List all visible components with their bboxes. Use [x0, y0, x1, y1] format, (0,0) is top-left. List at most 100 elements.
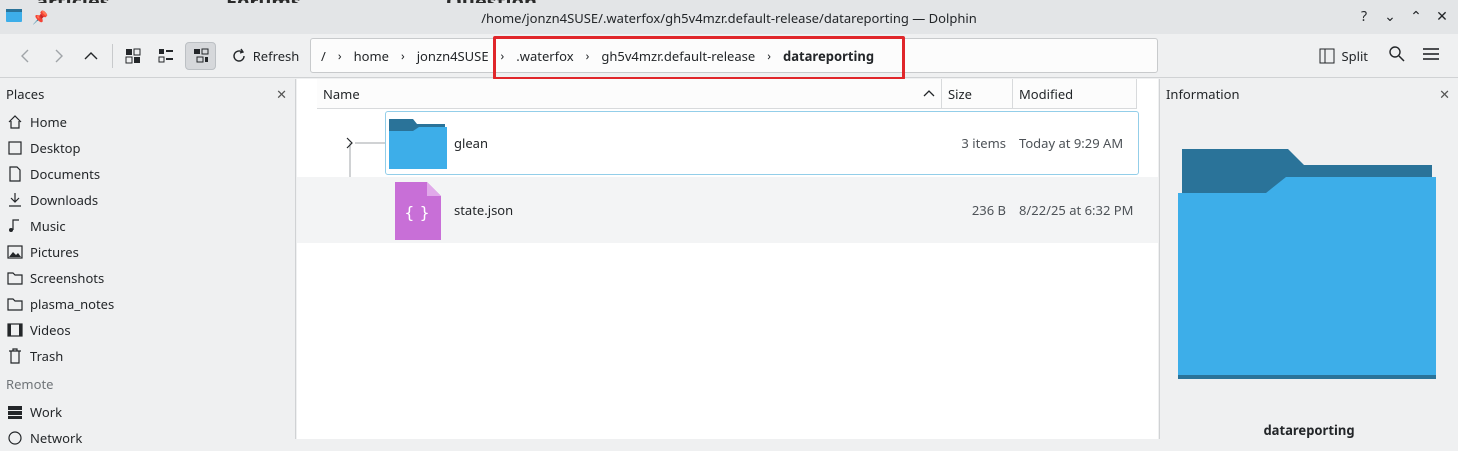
column-name-label: Name	[323, 84, 360, 103]
places-header: Places ✕	[0, 79, 295, 109]
refresh-button[interactable]: Refresh	[228, 42, 302, 70]
title-bar: articles Forums Question 📌 /home/jonzn4S…	[0, 0, 1458, 37]
close-icon[interactable]: ✕	[1439, 85, 1450, 103]
chevron-right-icon[interactable]: ›	[401, 47, 405, 64]
sidebar-item-label: Screenshots	[30, 269, 105, 287]
details-view-icon	[193, 48, 208, 63]
selected-item-name: datareporting	[1263, 421, 1355, 439]
sidebar-item-work[interactable]: Work	[0, 399, 295, 425]
places-panel: Places ✕ Home Desktop Documents Download…	[0, 79, 296, 447]
search-button[interactable]	[1388, 45, 1406, 67]
file-name: state.json	[454, 201, 514, 219]
details-view-button[interactable]	[185, 42, 216, 70]
chevron-up-icon[interactable]: ⌃	[1408, 7, 1424, 26]
sidebar-item-label: plasma_notes	[30, 295, 115, 313]
crumb-current[interactable]: datareporting	[783, 47, 874, 65]
sidebar-item-downloads[interactable]: Downloads	[0, 187, 295, 213]
window-title: /home/jonzn4SUSE/.waterfox/gh5v4mzr.defa…	[481, 9, 977, 27]
sidebar-item-label: Home	[30, 113, 67, 131]
information-header: Information ✕	[1160, 79, 1458, 109]
back-arrow-icon	[21, 49, 29, 63]
back-button[interactable]	[14, 42, 38, 70]
breadcrumb[interactable]: / › home › jonzn4SUSE › .waterfox › gh5v…	[310, 38, 1158, 73]
svg-text:{ }: { }	[404, 203, 429, 222]
sidebar-item-label: Videos	[30, 321, 71, 339]
music-icon	[6, 217, 24, 235]
icons-view-icon	[125, 48, 141, 64]
split-label: Split	[1341, 47, 1368, 65]
sidebar-item-pictures[interactable]: Pictures	[0, 239, 295, 265]
file-size: 236 B	[971, 201, 1006, 219]
column-size[interactable]: Size	[942, 79, 1013, 108]
json-file-icon: { }	[395, 182, 441, 240]
downloads-icon	[6, 191, 24, 209]
chevron-right-icon[interactable]: ›	[586, 47, 590, 64]
sidebar-item-videos[interactable]: Videos	[0, 317, 295, 343]
expand-chevron-icon[interactable]	[345, 135, 355, 153]
folder-preview-icon	[1178, 149, 1436, 379]
column-modified-label: Modified	[1019, 84, 1074, 103]
sidebar-item-label: Pictures	[30, 243, 79, 261]
sidebar-item-label: Work	[30, 403, 63, 421]
crumb-root[interactable]: /	[321, 47, 326, 65]
sidebar-item-label: Desktop	[30, 139, 81, 157]
search-icon	[1389, 46, 1405, 62]
close-icon[interactable]: ✕	[1434, 7, 1450, 26]
file-size: 3 items	[961, 134, 1006, 152]
column-modified[interactable]: Modified	[1013, 79, 1137, 108]
information-panel: Information ✕ datareporting	[1159, 79, 1458, 439]
sidebar-item-trash[interactable]: Trash	[0, 343, 295, 369]
network-icon	[6, 429, 24, 447]
hamburger-menu-icon	[1423, 48, 1439, 60]
file-view[interactable]: Name Size Modified glean 3 items Today a…	[297, 79, 1158, 439]
forward-button[interactable]	[46, 42, 70, 70]
sidebar-item-desktop[interactable]: Desktop	[0, 135, 295, 161]
chevron-down-icon[interactable]: ⌄	[1382, 7, 1398, 26]
icons-view-button[interactable]	[120, 42, 146, 70]
file-modified: Today at 9:29 AM	[1019, 134, 1124, 152]
table-row[interactable]: glean 3 items Today at 9:29 AM	[297, 110, 1158, 176]
sidebar-item-network[interactable]: Network	[0, 425, 295, 451]
sidebar-item-home[interactable]: Home	[0, 109, 295, 135]
documents-icon	[6, 165, 24, 183]
chevron-right-icon[interactable]: ›	[338, 47, 342, 64]
sidebar-item-label: Downloads	[30, 191, 99, 209]
desktop-icon	[6, 139, 24, 157]
sort-ascending-icon	[923, 86, 935, 104]
sidebar-item-plasma-notes[interactable]: plasma_notes	[0, 291, 295, 317]
trash-icon	[6, 347, 24, 365]
chevron-right-icon[interactable]: ›	[501, 47, 505, 64]
pictures-icon	[6, 243, 24, 261]
sidebar-item-label: Music	[30, 217, 66, 235]
chevron-right-icon[interactable]: ›	[767, 47, 771, 64]
compact-view-icon	[158, 49, 173, 63]
remote-group-label: Remote	[6, 375, 54, 393]
column-header: Name Size Modified	[317, 79, 1137, 109]
up-button[interactable]	[78, 42, 104, 70]
close-icon[interactable]: ✕	[276, 85, 287, 103]
sidebar-item-label: Documents	[30, 165, 101, 183]
split-button[interactable]: Split	[1319, 47, 1368, 65]
file-name: glean	[454, 134, 489, 152]
table-row[interactable]: { } state.json 236 B 8/22/25 at 6:32 PM	[297, 177, 1158, 243]
help-icon[interactable]: ?	[1356, 7, 1372, 26]
crumb-user[interactable]: jonzn4SUSE	[417, 47, 489, 65]
crumb-waterfox[interactable]: .waterfox	[516, 47, 573, 65]
sidebar-item-label: Trash	[30, 347, 64, 365]
up-arrow-icon	[84, 52, 98, 60]
sidebar-item-label: Network	[30, 429, 83, 447]
folder-icon	[6, 269, 24, 287]
hamburger-menu-button[interactable]	[1422, 45, 1440, 67]
crumb-profile[interactable]: gh5v4mzr.default-release	[601, 47, 755, 65]
sidebar-item-screenshots[interactable]: Screenshots	[0, 265, 295, 291]
crumb-home[interactable]: home	[354, 47, 389, 65]
column-name[interactable]: Name	[317, 79, 942, 108]
home-icon	[6, 113, 24, 131]
sidebar-item-music[interactable]: Music	[0, 213, 295, 239]
sidebar-item-documents[interactable]: Documents	[0, 161, 295, 187]
file-modified: 8/22/25 at 6:32 PM	[1019, 201, 1134, 219]
column-size-label: Size	[948, 84, 972, 103]
compact-view-button[interactable]	[153, 42, 179, 70]
information-title: Information	[1166, 85, 1240, 103]
forward-arrow-icon	[55, 49, 63, 63]
